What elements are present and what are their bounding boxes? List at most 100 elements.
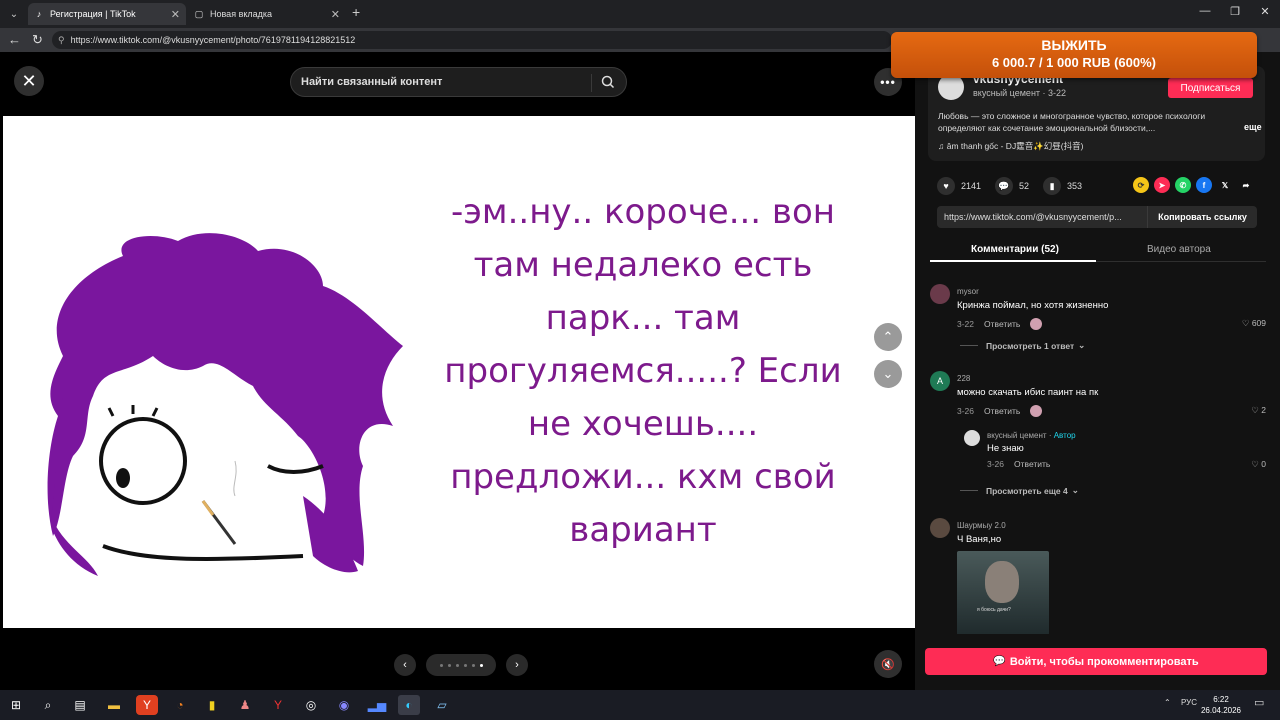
- next-post-icon[interactable]: ⌄: [874, 360, 902, 388]
- search-icon[interactable]: [600, 74, 616, 90]
- send-icon[interactable]: ➤: [1154, 177, 1170, 193]
- comment-author[interactable]: Шаурмыу 2.0: [957, 521, 1006, 530]
- chevron-down-icon: ⌄: [1078, 340, 1086, 350]
- app-icon[interactable]: ▂▅: [366, 695, 388, 715]
- comment-date: 3-26: [957, 406, 975, 416]
- like-button[interactable]: ♥ 2141: [937, 177, 981, 195]
- new-tab-icon[interactable]: +: [352, 4, 360, 20]
- caption-line: не хочешь....: [527, 404, 759, 444]
- app-icon[interactable]: ◔: [169, 695, 191, 715]
- reply-like[interactable]: ♡ 0: [1251, 459, 1266, 470]
- view-more-replies-button[interactable]: Просмотреть еще 4 ⌄: [960, 485, 1079, 496]
- avatar[interactable]: [930, 518, 950, 538]
- close-viewer-button[interactable]: ✕: [14, 66, 44, 96]
- tab-new[interactable]: ▢ Новая вкладка ✕: [188, 3, 346, 25]
- page-dot[interactable]: [447, 663, 451, 667]
- page-dot[interactable]: [439, 663, 443, 667]
- mute-icon[interactable]: 🔇: [874, 650, 902, 678]
- minimize-icon[interactable]: —: [1190, 5, 1220, 17]
- search-placeholder: Найти связанный контент: [301, 76, 443, 88]
- app-icon[interactable]: ♟: [234, 695, 256, 715]
- share-icon[interactable]: ➦: [1238, 177, 1254, 193]
- comment-button[interactable]: 💬 52: [995, 177, 1029, 195]
- previous-post-icon[interactable]: ⌃: [874, 323, 902, 351]
- app-icon[interactable]: ◉: [333, 695, 355, 715]
- edge-icon[interactable]: ◐: [398, 695, 420, 715]
- repost-icon[interactable]: ⟳: [1133, 177, 1149, 193]
- caption-line: прогуляемся.....? Если: [444, 351, 842, 391]
- copy-link-bar: https://www.tiktok.com/@vkusnyycement/p.…: [937, 206, 1257, 228]
- avatar[interactable]: [930, 284, 950, 304]
- page-dot[interactable]: [455, 663, 459, 667]
- comment-date: 3-22: [957, 319, 975, 329]
- facebook-icon[interactable]: f: [1196, 177, 1212, 193]
- login-to-comment-button[interactable]: 💬 Войти, чтобы прокомментировать: [925, 648, 1267, 675]
- reply-meta: 3-26 Ответить: [987, 459, 1050, 469]
- url-field[interactable]: ⚲ https://www.tiktok.com/@vkusnyycement/…: [52, 31, 892, 49]
- app-icon[interactable]: ▮: [201, 695, 223, 715]
- file-explorer-icon[interactable]: ▬: [103, 695, 125, 715]
- comment-text: Ч Ваня,но: [957, 534, 1002, 545]
- like-count: 609: [1251, 318, 1266, 328]
- app-icon[interactable]: ◎: [300, 695, 322, 715]
- avatar[interactable]: [964, 430, 980, 446]
- reply-button[interactable]: Ответить: [984, 319, 1020, 329]
- page-dot[interactable]: [463, 663, 467, 667]
- promo-title: ВЫЖИТЬ: [1041, 37, 1107, 53]
- comment-author[interactable]: mysor: [957, 287, 979, 296]
- reply-button[interactable]: Ответить: [984, 406, 1020, 416]
- previous-photo-icon[interactable]: ‹: [394, 654, 416, 676]
- page-dot[interactable]: [479, 663, 483, 667]
- x-icon[interactable]: 𝕏: [1217, 177, 1233, 193]
- follow-button[interactable]: Подписаться: [1168, 78, 1253, 98]
- related-search-input[interactable]: Найти связанный контент: [290, 67, 627, 97]
- yandex-icon[interactable]: Y: [267, 695, 289, 715]
- next-photo-icon[interactable]: ›: [506, 654, 528, 676]
- site-info-icon[interactable]: ⚲: [58, 35, 65, 46]
- back-icon[interactable]: ←: [8, 32, 21, 47]
- photo-pager: ‹ ›: [394, 654, 528, 676]
- expand-description-link[interactable]: еще: [1244, 122, 1262, 132]
- like-count: 2: [1261, 405, 1266, 415]
- notepad-icon[interactable]: ▱: [431, 695, 453, 715]
- comment-like[interactable]: ♡ 2: [1251, 405, 1266, 416]
- reply-author[interactable]: вкусный цемент · Автор: [987, 431, 1076, 440]
- whatsapp-icon[interactable]: ✆: [1175, 177, 1191, 193]
- start-icon[interactable]: ⊞: [5, 695, 27, 715]
- page-dot[interactable]: [471, 663, 475, 667]
- tab-title: Регистрация | TikTok: [50, 9, 136, 19]
- close-tab-icon[interactable]: ✕: [331, 8, 340, 21]
- comment-author[interactable]: 228: [957, 374, 970, 383]
- clock[interactable]: 6:22 26.04.2026: [1196, 694, 1246, 716]
- tab-author-videos[interactable]: Видео автора: [1147, 244, 1211, 255]
- search-divider: [591, 74, 592, 92]
- language-indicator[interactable]: РУС: [1181, 698, 1197, 707]
- task-view-icon[interactable]: ▤: [69, 695, 91, 715]
- tab-list-button[interactable]: ⌄: [4, 4, 24, 24]
- comment-like[interactable]: ♡ 609: [1242, 318, 1266, 329]
- reply-button[interactable]: Ответить: [1014, 459, 1050, 469]
- view-replies-button[interactable]: Просмотреть 1 ответ ⌄: [960, 340, 1085, 351]
- tray-overflow-icon[interactable]: ⌃: [1164, 698, 1171, 707]
- comment-image[interactable]: я боюсь дачи?: [957, 551, 1049, 634]
- tab-comments[interactable]: Комментарии (52): [971, 244, 1059, 255]
- caption-line: вариант: [569, 510, 717, 550]
- photo-viewer: ✕ Найти связанный контент ••• -эм..ну.. …: [0, 52, 915, 690]
- tab-tiktok[interactable]: ♪ Регистрация | TikTok ✕: [28, 3, 186, 25]
- reload-icon[interactable]: ↻: [32, 32, 43, 48]
- window-close-icon[interactable]: ✕: [1250, 5, 1280, 18]
- promo-banner[interactable]: ВЫЖИТЬ 6 000.7 / 1 000 RUB (600%): [891, 32, 1257, 78]
- notifications-icon[interactable]: ▭: [1254, 696, 1264, 709]
- comments-list: mysor Кринжа поймал, но хотя жизненно 3-…: [930, 282, 1270, 634]
- yandex-browser-icon[interactable]: Y: [136, 695, 158, 715]
- search-icon[interactable]: ⌕: [37, 695, 59, 715]
- restore-icon[interactable]: ❐: [1220, 5, 1250, 18]
- close-tab-icon[interactable]: ✕: [171, 8, 180, 21]
- save-button[interactable]: ▮ 353: [1043, 177, 1082, 195]
- music-line[interactable]: ♫ âm thanh gốc - DJ霆音✨幻昼(抖音): [938, 140, 1083, 152]
- avatar[interactable]: A: [930, 371, 950, 391]
- copy-link-button[interactable]: Копировать ссылку: [1147, 206, 1257, 228]
- comment-count: 52: [1019, 181, 1030, 191]
- tiktok-favicon-icon: ♪: [36, 9, 42, 19]
- comment-meta: 3-26 Ответить: [957, 405, 1043, 417]
